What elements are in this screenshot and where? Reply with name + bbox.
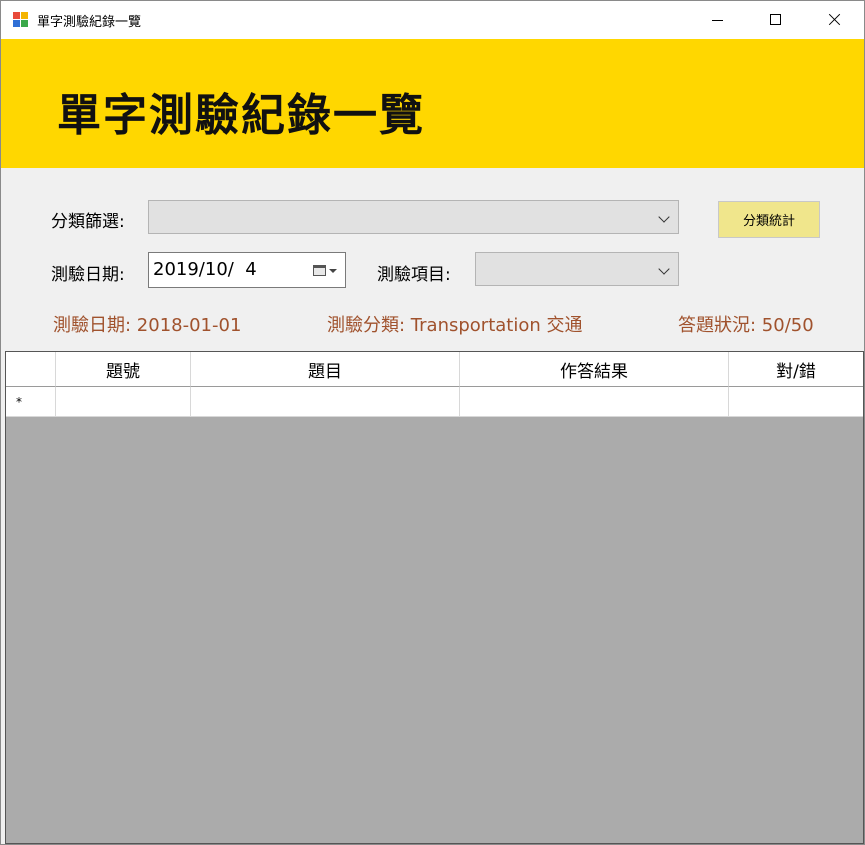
cell-question[interactable] <box>191 387 460 417</box>
chevron-down-icon <box>658 211 670 223</box>
minimize-button[interactable] <box>688 1 746 39</box>
maximize-icon <box>770 14 781 25</box>
cell-answer[interactable] <box>460 387 729 417</box>
category-filter-select[interactable] <box>148 200 679 234</box>
test-item-label: 測驗項目: <box>377 265 451 285</box>
category-stats-button[interactable]: 分類統計 <box>718 201 820 238</box>
column-header-answer[interactable]: 作答結果 <box>460 352 729 387</box>
results-grid[interactable]: 題號 題目 作答結果 對/錯 * <box>5 351 864 844</box>
window-title: 單字測驗紀錄一覽 <box>37 15 142 30</box>
column-header-question[interactable]: 題目 <box>191 352 460 387</box>
title-bar[interactable]: 單字測驗紀錄一覽 <box>1 1 864 39</box>
test-date-label: 測驗日期: <box>51 265 125 285</box>
dropdown-arrow-icon[interactable] <box>329 269 337 273</box>
category-filter-label: 分類篩選: <box>51 212 125 232</box>
page-title: 單字測驗紀錄一覽 <box>57 90 425 141</box>
new-row-marker[interactable]: * <box>6 387 56 417</box>
info-answer-status: 答題狀況: 50/50 <box>678 315 814 336</box>
app-icon <box>13 12 29 28</box>
test-item-select[interactable] <box>475 252 679 286</box>
close-button[interactable] <box>804 1 862 39</box>
table-row[interactable]: * <box>6 387 863 417</box>
test-date-value: 2019/10/ 4 <box>153 259 257 280</box>
column-header-correct[interactable]: 對/錯 <box>729 352 863 387</box>
cell-number[interactable] <box>56 387 191 417</box>
main-window: 單字測驗紀錄一覽 單字測驗紀錄一覽 分類篩選: 分類統計 測驗日期: 2019/… <box>0 0 865 845</box>
calendar-icon[interactable] <box>313 265 326 276</box>
column-header-number[interactable]: 題號 <box>56 352 191 387</box>
test-date-picker[interactable]: 2019/10/ 4 <box>148 252 346 288</box>
cell-correct[interactable] <box>729 387 863 417</box>
row-header-corner[interactable] <box>6 352 56 387</box>
header-banner: 單字測驗紀錄一覽 <box>1 39 864 168</box>
minimize-icon <box>712 20 723 21</box>
maximize-button[interactable] <box>746 1 804 39</box>
grid-header: 題號 題目 作答結果 對/錯 <box>6 352 863 387</box>
info-test-date: 測驗日期: 2018-01-01 <box>53 315 242 336</box>
chevron-down-icon <box>658 263 670 275</box>
info-test-category: 測驗分類: Transportation 交通 <box>327 315 583 336</box>
